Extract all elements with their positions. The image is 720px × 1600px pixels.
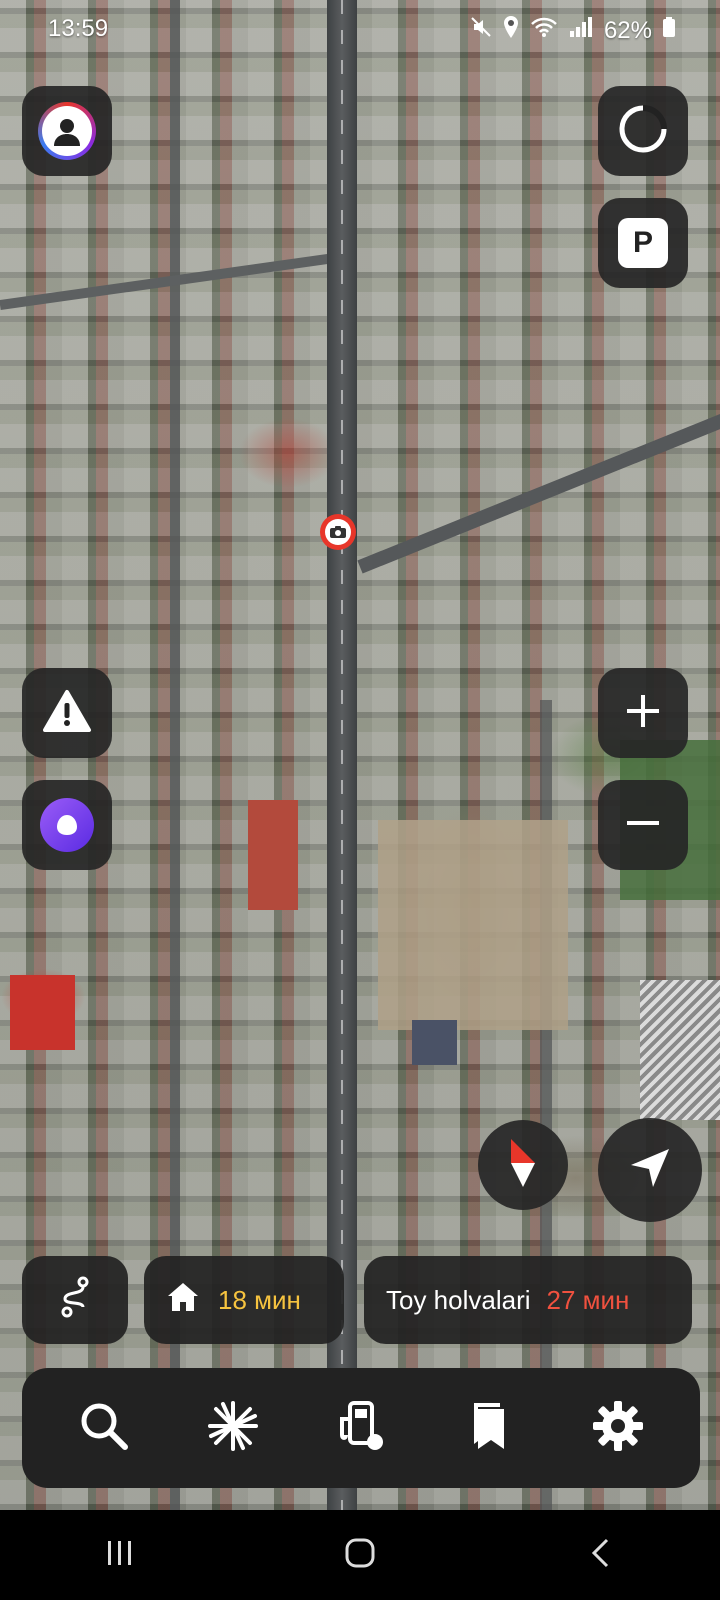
speed-camera-marker[interactable] <box>320 514 356 550</box>
map-building <box>412 1020 457 1065</box>
status-icons: 62% <box>470 15 676 46</box>
battery-icon <box>662 16 676 45</box>
location-icon <box>502 15 520 46</box>
status-time: 13:59 <box>48 15 109 42</box>
profile-icon <box>38 102 96 160</box>
bookmarks-icon <box>464 1399 514 1458</box>
map-greenhouse <box>640 980 720 1120</box>
parking-icon: P <box>618 218 668 268</box>
settings-icon <box>590 1398 646 1459</box>
recents-button[interactable] <box>80 1525 160 1585</box>
favorite-route-chip[interactable]: Toy holvalari 27 мин <box>364 1256 692 1344</box>
layers-icon <box>618 104 668 159</box>
profile-button[interactable] <box>22 86 112 176</box>
road-event-button[interactable] <box>22 668 112 758</box>
map-building <box>248 800 298 910</box>
map-road <box>0 252 338 310</box>
home-route-chip[interactable]: 18 мин <box>144 1256 344 1344</box>
home-nav-icon <box>344 1537 376 1574</box>
home-nav-button[interactable] <box>320 1525 400 1585</box>
search-button[interactable] <box>72 1396 136 1460</box>
layers-button[interactable] <box>598 86 688 176</box>
search-icon <box>78 1400 130 1457</box>
alice-icon <box>40 798 94 852</box>
warning-icon <box>42 689 92 738</box>
home-route-time: 18 мин <box>218 1284 301 1315</box>
camera-icon <box>325 519 351 545</box>
navigation-arrow-icon <box>627 1145 673 1196</box>
voice-assistant-button[interactable] <box>22 780 112 870</box>
plus-icon <box>623 691 663 736</box>
gas-station-button[interactable] <box>329 1396 393 1460</box>
home-icon <box>166 1281 200 1320</box>
route-button[interactable] <box>22 1256 128 1344</box>
map-building <box>10 975 75 1050</box>
my-location-button[interactable] <box>598 1118 702 1222</box>
back-icon <box>589 1537 611 1574</box>
map-road <box>357 403 720 574</box>
battery-level: 62% <box>603 16 652 44</box>
status-bar: 13:59 62% <box>0 0 720 58</box>
minus-icon <box>623 803 663 848</box>
settings-button[interactable] <box>586 1396 650 1460</box>
bottom-toolbar <box>22 1368 700 1488</box>
favorite-route-time: 27 мин <box>546 1284 630 1315</box>
route-icon <box>55 1275 95 1326</box>
zoom-in-button[interactable] <box>598 668 688 758</box>
favorite-name: Toy holvalari <box>386 1284 531 1315</box>
parking-label: P <box>632 226 653 259</box>
zoom-out-button[interactable] <box>598 780 688 870</box>
discovery-icon <box>206 1399 260 1458</box>
map-vacant-lot <box>378 820 568 1030</box>
wifi-icon <box>530 16 558 45</box>
compass-button[interactable] <box>478 1120 568 1210</box>
back-button[interactable] <box>560 1525 640 1585</box>
discovery-button[interactable] <box>201 1396 265 1460</box>
recents-icon <box>105 1539 135 1572</box>
bookmarks-button[interactable] <box>457 1396 521 1460</box>
compass-icon <box>503 1136 543 1195</box>
gas-station-icon <box>334 1399 388 1458</box>
signal-icon <box>568 16 594 45</box>
mute-icon <box>470 16 492 45</box>
parking-button[interactable]: P <box>598 198 688 288</box>
system-nav-bar <box>0 1510 720 1600</box>
